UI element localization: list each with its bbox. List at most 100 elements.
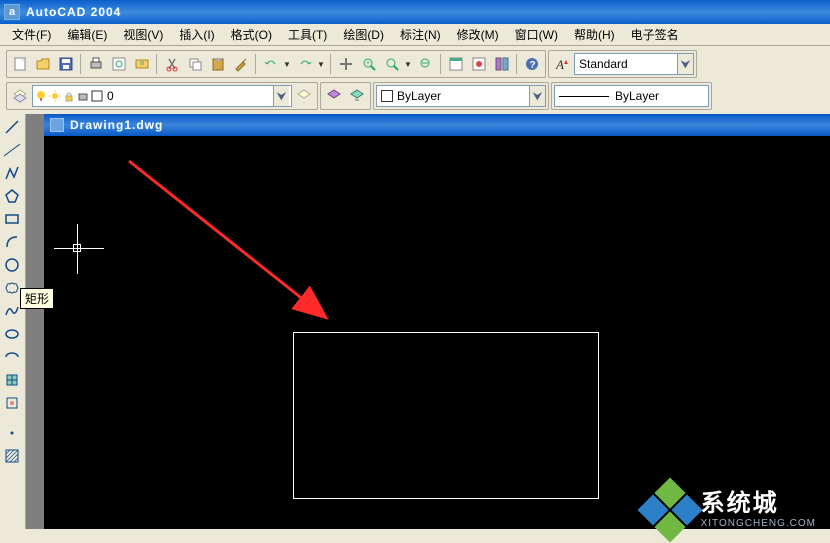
layer-state-icons (35, 90, 103, 102)
layers-toolbar: 0 ⮟ (6, 82, 318, 110)
redo-button[interactable] (294, 53, 316, 75)
standard-toolbar: ▼ ▼ + ▼ ? (6, 50, 546, 78)
zoom-dropdown[interactable]: ▼ (404, 60, 414, 69)
text-style-arrow-icon: ⮟ (677, 54, 693, 74)
ellipse-tool[interactable] (1, 323, 23, 345)
pickbox (73, 244, 81, 252)
save-button[interactable] (55, 53, 77, 75)
menu-esign[interactable]: 电子签名 (623, 24, 687, 45)
paste-button[interactable] (207, 53, 229, 75)
color-button[interactable] (323, 85, 345, 107)
layer-previous-button[interactable] (293, 85, 315, 107)
undo-dropdown[interactable]: ▼ (283, 60, 293, 69)
drawing-filename: Drawing1.dwg (70, 118, 163, 132)
publish-button[interactable] (131, 53, 153, 75)
color-value: ByLayer (397, 89, 529, 103)
sun-icon (49, 90, 61, 102)
menu-tools[interactable]: 工具(T) (280, 24, 335, 45)
linetype-toolbar: ByLayer (551, 82, 712, 110)
color-combo[interactable]: ByLayer ⮟ (376, 85, 546, 107)
undo-button[interactable] (260, 53, 282, 75)
linetype-combo[interactable]: ByLayer (554, 85, 709, 107)
design-center-button[interactable] (468, 53, 490, 75)
new-button[interactable] (9, 53, 31, 75)
menu-bar: 文件(F) 编辑(E) 视图(V) 插入(I) 格式(O) 工具(T) 绘图(D… (0, 24, 830, 46)
match-button[interactable] (230, 53, 252, 75)
bulb-icon (35, 90, 47, 102)
draw-toolbar (0, 114, 26, 529)
arc-tool[interactable] (1, 231, 23, 253)
menu-insert[interactable]: 插入(I) (171, 24, 222, 45)
app-title: AutoCAD 2004 (26, 5, 121, 19)
menu-window[interactable]: 窗口(W) (507, 24, 566, 45)
linetype-preview (559, 96, 609, 97)
construction-line-tool[interactable] (1, 139, 23, 161)
hatch-tool[interactable] (1, 445, 23, 467)
svg-text:A: A (555, 57, 564, 72)
polygon-tool[interactable] (1, 185, 23, 207)
color-swatch (381, 90, 393, 102)
drawn-rectangle (293, 332, 599, 499)
watermark-logo-icon (637, 477, 702, 542)
menu-file[interactable]: 文件(F) (4, 24, 59, 45)
svg-text:+: + (366, 60, 370, 67)
toolbar-area: ▼ ▼ + ▼ ? A Standard ⮟ (0, 46, 830, 114)
circle-tool[interactable] (1, 254, 23, 276)
open-button[interactable] (32, 53, 54, 75)
print-button[interactable] (85, 53, 107, 75)
menu-help[interactable]: 帮助(H) (566, 24, 623, 45)
title-bar: a AutoCAD 2004 (0, 0, 830, 24)
watermark-main: 系统城 (701, 491, 816, 517)
text-style-combo[interactable]: Standard ⮟ (574, 53, 694, 75)
layer-manager-button[interactable] (9, 85, 31, 107)
watermark-sub: XITONGCHENG.COM (701, 518, 816, 529)
make-current-button[interactable] (346, 85, 368, 107)
color-arrow-icon: ⮟ (529, 86, 545, 106)
color-swatch-icon (91, 90, 103, 102)
drawing-title-bar[interactable]: Drawing1.dwg (44, 114, 830, 136)
properties-toolbar (320, 82, 371, 110)
watermark: 系统城 XITONGCHENG.COM (647, 487, 816, 533)
menu-modify[interactable]: 修改(M) (449, 24, 507, 45)
pan-button[interactable] (335, 53, 357, 75)
linetype-value: ByLayer (615, 89, 704, 103)
layer-combo[interactable]: 0 ⮟ (32, 85, 292, 107)
insert-block-tool[interactable] (1, 369, 23, 391)
app-icon: a (4, 4, 20, 20)
tooltip: 矩形 (20, 288, 54, 309)
menu-dimension[interactable]: 标注(N) (392, 24, 449, 45)
point-tool[interactable] (1, 422, 23, 444)
copy-button[interactable] (184, 53, 206, 75)
text-style-icon[interactable]: A (551, 53, 573, 75)
menu-edit[interactable]: 编辑(E) (59, 24, 115, 45)
drawing-window: Drawing1.dwg (26, 114, 830, 529)
menu-draw[interactable]: 绘图(D) (335, 24, 392, 45)
line-tool[interactable] (1, 116, 23, 138)
rectangle-tool[interactable] (1, 208, 23, 230)
zoom-realtime-button[interactable]: + (358, 53, 380, 75)
preview-button[interactable] (108, 53, 130, 75)
lock-icon (63, 90, 75, 102)
properties-button[interactable] (445, 53, 467, 75)
text-style-value: Standard (579, 57, 677, 71)
menu-view[interactable]: 视图(V) (115, 24, 171, 45)
cut-button[interactable] (161, 53, 183, 75)
annotation-arrow (124, 156, 364, 346)
bylayer-toolbar: ByLayer ⮟ (373, 82, 549, 110)
redo-dropdown[interactable]: ▼ (317, 60, 327, 69)
zoom-previous-button[interactable] (415, 53, 437, 75)
plot-icon (77, 90, 89, 102)
layer-name: 0 (103, 89, 273, 103)
main-area: Drawing1.dwg (0, 114, 830, 529)
drawing-canvas[interactable] (44, 136, 830, 529)
tool-palettes-button[interactable] (491, 53, 513, 75)
menu-format[interactable]: 格式(O) (223, 24, 280, 45)
drawing-icon (50, 118, 64, 132)
polyline-tool[interactable] (1, 162, 23, 184)
styles-toolbar: A Standard ⮟ (548, 50, 697, 78)
make-block-tool[interactable] (1, 392, 23, 414)
layer-arrow-icon: ⮟ (273, 86, 289, 106)
zoom-window-button[interactable] (381, 53, 403, 75)
ellipse-arc-tool[interactable] (1, 346, 23, 368)
help-button[interactable]: ? (521, 53, 543, 75)
